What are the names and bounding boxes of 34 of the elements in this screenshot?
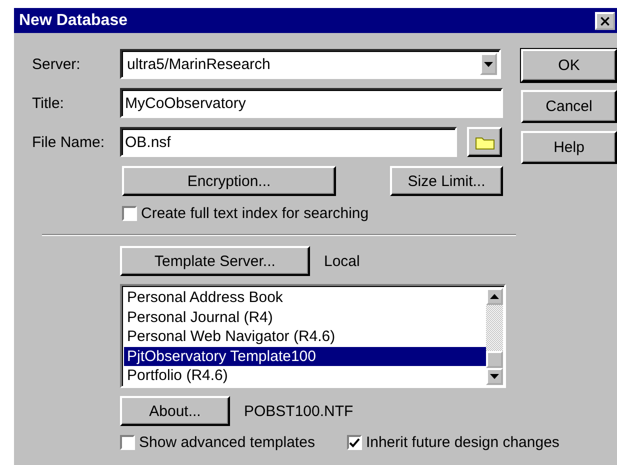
close-button[interactable]: ×	[595, 12, 615, 30]
scrollbar[interactable]	[486, 288, 503, 385]
checkbox-label: Inherit future design changes	[366, 434, 560, 451]
list-item[interactable]: Personal Journal (R4)	[124, 308, 486, 327]
server-name: Local	[324, 252, 360, 270]
template-file-name: POBST100.NTF	[244, 402, 354, 420]
size-limit-button[interactable]: Size Limit...	[390, 166, 503, 196]
window-title: New Database	[19, 12, 128, 30]
dialog-button[interactable]: Cancel	[521, 90, 617, 123]
checkbox[interactable]	[122, 206, 137, 221]
list-item[interactable]: Personal Web Navigator (R4.6)	[124, 327, 486, 346]
field-label: Server:	[32, 56, 82, 72]
template-server-button[interactable]: Template Server...	[120, 246, 310, 276]
dialog-button[interactable]: OK	[521, 49, 617, 82]
scroll-thumb[interactable]	[486, 351, 503, 368]
list-item[interactable]: PjtObservatory Template100	[124, 346, 486, 366]
file-name-field[interactable]: OB.nsf	[120, 127, 457, 157]
field-label: File Name:	[32, 134, 106, 150]
about-button[interactable]: About...	[120, 396, 230, 426]
field-label: Title:	[32, 94, 65, 112]
folder-icon[interactable]	[467, 127, 502, 157]
field-value: ultra5/MarinResearch	[127, 56, 270, 72]
title-field[interactable]: MyCoObservatory	[120, 88, 503, 118]
checkbox[interactable]	[120, 435, 135, 450]
encryption-button[interactable]: Encryption...	[122, 166, 336, 196]
scroll-down-icon[interactable]	[486, 368, 503, 385]
list-item[interactable]: Personal Address Book	[124, 288, 486, 308]
scroll-up-icon[interactable]	[486, 288, 503, 305]
dialog-button[interactable]: Help	[521, 131, 617, 164]
list-item[interactable]: Portfolio (R4.6)	[124, 366, 486, 385]
checkbox[interactable]	[346, 435, 362, 450]
checkbox-label: Show advanced templates	[139, 434, 315, 451]
server-dropdown[interactable]: ultra5/MarinResearch	[120, 49, 501, 79]
checkbox-label: Create full text index for searching	[141, 205, 369, 222]
